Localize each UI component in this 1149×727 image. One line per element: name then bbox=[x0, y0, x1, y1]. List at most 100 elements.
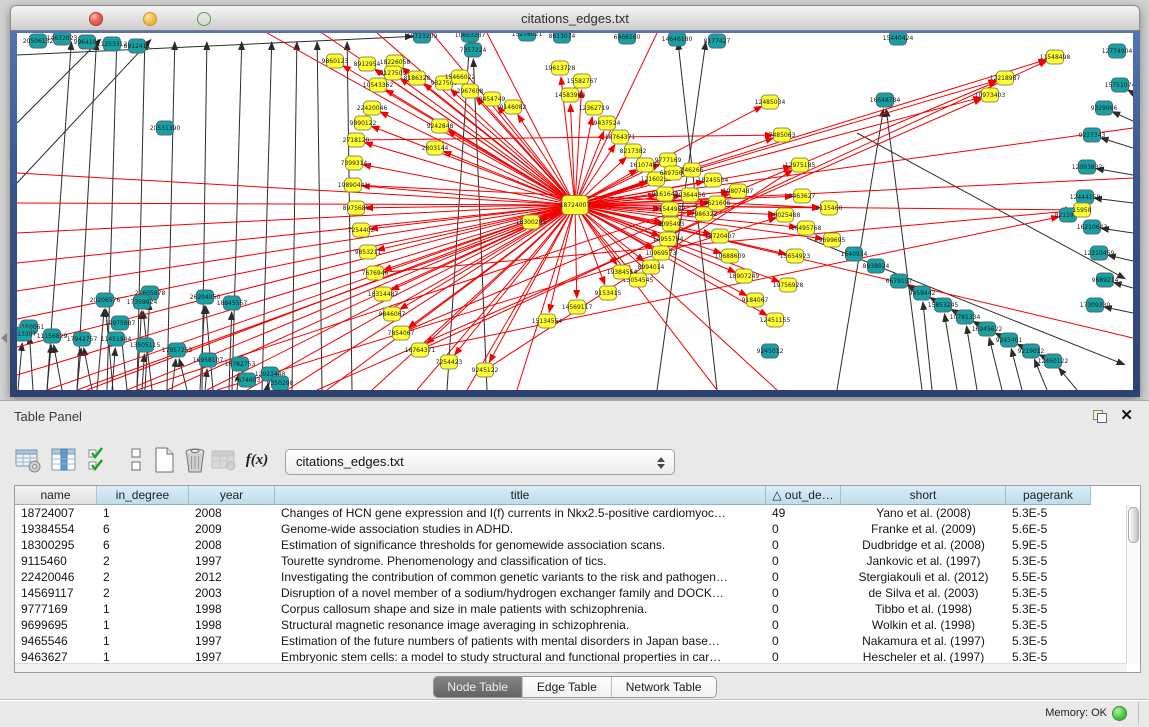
column-header-out_degree[interactable]: △ out_de… bbox=[766, 486, 841, 505]
clear-selection-icon[interactable] bbox=[122, 445, 152, 475]
tab-edge-table[interactable]: Edge Table bbox=[523, 677, 612, 697]
delete-table-icon[interactable] bbox=[210, 445, 240, 475]
minimize-window-icon[interactable] bbox=[143, 12, 157, 26]
table-row[interactable]: 1456911722003Disruption of a novel membe… bbox=[15, 585, 1140, 601]
table-row[interactable]: 1938455462009Genome-wide association stu… bbox=[15, 521, 1140, 537]
delete-column-icon[interactable] bbox=[181, 445, 211, 475]
network-node-label: 9227343 bbox=[1079, 132, 1106, 139]
table-row[interactable]: 977716911998Corpus callosum shape and si… bbox=[15, 601, 1140, 617]
network-node-label: 8912954 bbox=[354, 61, 381, 68]
network-node-label: 10764371 bbox=[605, 134, 636, 141]
cell-year: 1997 bbox=[189, 553, 275, 569]
show-columns-icon[interactable] bbox=[50, 445, 80, 475]
function-builder-icon[interactable]: f(x) bbox=[242, 445, 272, 475]
cell-out_degree: 0 bbox=[766, 585, 841, 601]
table-row[interactable]: 1872400712008Changes of HCN gene express… bbox=[15, 505, 1140, 521]
network-node-label: 15654923 bbox=[780, 253, 811, 260]
cell-out_degree: 0 bbox=[766, 569, 841, 585]
cell-year: 2008 bbox=[189, 505, 275, 521]
cell-title: Estimation of significance thresholds fo… bbox=[275, 537, 766, 553]
cell-short: Tibbo et al. (1998) bbox=[841, 601, 1006, 617]
status-bar: Memory: OK bbox=[0, 699, 1149, 727]
cell-short: Yano et al. (2008) bbox=[841, 505, 1006, 521]
network-node-label: 15853245 bbox=[928, 302, 959, 309]
network-node-label: 9846067 bbox=[379, 311, 406, 318]
cell-in_degree: 2 bbox=[97, 553, 189, 569]
cell-short: Stergiakouli et al. (2012) bbox=[841, 569, 1006, 585]
node-table: namein_degreeyeartitle△ out_de…shortpage… bbox=[14, 485, 1141, 673]
cell-name: 9699695 bbox=[15, 617, 97, 633]
network-node-label: 12450122 bbox=[1038, 358, 1069, 365]
cell-name: 18724007 bbox=[15, 505, 97, 521]
network-node-label: 1640934 bbox=[841, 251, 868, 258]
network-node-label: 10973403 bbox=[975, 92, 1006, 99]
network-node-label: 9127509 bbox=[380, 70, 407, 77]
cell-title: Changes of HCN gene expression and I(f) … bbox=[275, 505, 766, 521]
network-node-label: 9245122 bbox=[472, 367, 499, 374]
column-header-short[interactable]: short bbox=[841, 486, 1006, 505]
table-row[interactable]: 946554611997Estimation of the future num… bbox=[15, 633, 1140, 649]
table-selector-dropdown[interactable]: citations_edges.txt bbox=[285, 449, 675, 475]
network-node-label: 9437524 bbox=[594, 120, 621, 127]
network-node-label: 16764371 bbox=[405, 347, 436, 354]
cell-out_degree: 49 bbox=[766, 505, 841, 521]
cell-name: 18300295 bbox=[15, 537, 97, 553]
float-icon-front-square bbox=[1097, 413, 1107, 423]
network-node-label: 11451944 bbox=[101, 336, 132, 343]
cell-year: 2012 bbox=[189, 569, 275, 585]
network-node-label: 9621608 bbox=[704, 200, 731, 207]
select-all-icon[interactable] bbox=[86, 445, 116, 475]
network-node-label: 15958 bbox=[1072, 207, 1091, 214]
horizontal-scrollbar[interactable] bbox=[15, 663, 1127, 672]
network-node-label: 18907249 bbox=[729, 273, 760, 280]
network-node-label: 9699695 bbox=[819, 237, 846, 244]
close-panel-icon[interactable]: ✕ bbox=[1120, 406, 1133, 424]
column-header-name[interactable]: name bbox=[15, 486, 97, 505]
network-node-label: 20364456 bbox=[675, 192, 706, 199]
network-node-label: 9777169 bbox=[655, 157, 682, 164]
column-header-in_degree[interactable]: in_degree bbox=[97, 486, 189, 505]
window-titlebar[interactable]: citations_edges.txt bbox=[10, 5, 1140, 31]
new-column-icon[interactable] bbox=[150, 445, 180, 475]
network-node-label: 20531390 bbox=[150, 125, 181, 132]
network-node-label: 9860123 bbox=[322, 58, 349, 65]
cell-name: 9115460 bbox=[15, 553, 97, 569]
network-node-label: 9115460 bbox=[816, 205, 843, 212]
table-mode-icon[interactable] bbox=[14, 445, 44, 475]
tab-network-table[interactable]: Network Table bbox=[612, 677, 716, 697]
table-row[interactable]: 2242004622012Investigating the contribut… bbox=[15, 569, 1140, 585]
network-node-label: 8613074 bbox=[549, 33, 576, 40]
network-node-label: 7254423 bbox=[436, 359, 463, 366]
cell-pagerank: 5.3E-5 bbox=[1006, 617, 1091, 633]
column-header-year[interactable]: year bbox=[189, 486, 275, 505]
network-node-label: 9245401 bbox=[996, 337, 1023, 344]
network-node-label: 6466160 bbox=[614, 34, 641, 41]
network-node-label: 15723209 bbox=[407, 33, 438, 40]
network-node-label: 9153415 bbox=[595, 290, 622, 297]
network-canvas: 1872400720506132146320239964103112533128… bbox=[17, 33, 1133, 390]
cell-name: 19384554 bbox=[15, 521, 97, 537]
network-node-label: 17309330 bbox=[1080, 302, 1111, 309]
tab-node-table[interactable]: Node Table bbox=[433, 677, 523, 697]
zoom-window-icon[interactable] bbox=[197, 12, 211, 26]
network-node-label: 8186328 bbox=[404, 75, 431, 82]
network-node-label: 15276021 bbox=[512, 33, 543, 38]
float-window-icon[interactable] bbox=[1093, 410, 1107, 423]
network-node-label: 19384554 bbox=[607, 269, 638, 276]
network-node-label: 8454749 bbox=[479, 96, 506, 103]
scrollbar-thumb[interactable] bbox=[1128, 507, 1139, 543]
network-node-label: 2803144 bbox=[422, 145, 449, 152]
cell-year: 2009 bbox=[189, 521, 275, 537]
table-row[interactable]: 1830029562008Estimation of significance … bbox=[15, 537, 1140, 553]
column-header-title[interactable]: title bbox=[275, 486, 766, 505]
table-row[interactable]: 911546021997Tourette syndrome. Phenomeno… bbox=[15, 553, 1140, 569]
network-node-label: 19613728 bbox=[545, 65, 576, 72]
close-window-icon[interactable] bbox=[89, 12, 103, 26]
network-view[interactable]: 1872400720506132146320239964103112533128… bbox=[17, 33, 1133, 390]
cell-year: 2003 bbox=[189, 585, 275, 601]
collapse-handle-icon[interactable] bbox=[1, 333, 7, 343]
column-header-pagerank[interactable]: pagerank bbox=[1006, 486, 1091, 505]
network-node-label: 7676946 bbox=[362, 270, 389, 277]
table-row[interactable]: 969969511998Structural magnetic resonanc… bbox=[15, 617, 1140, 633]
vertical-scrollbar[interactable] bbox=[1126, 505, 1140, 664]
